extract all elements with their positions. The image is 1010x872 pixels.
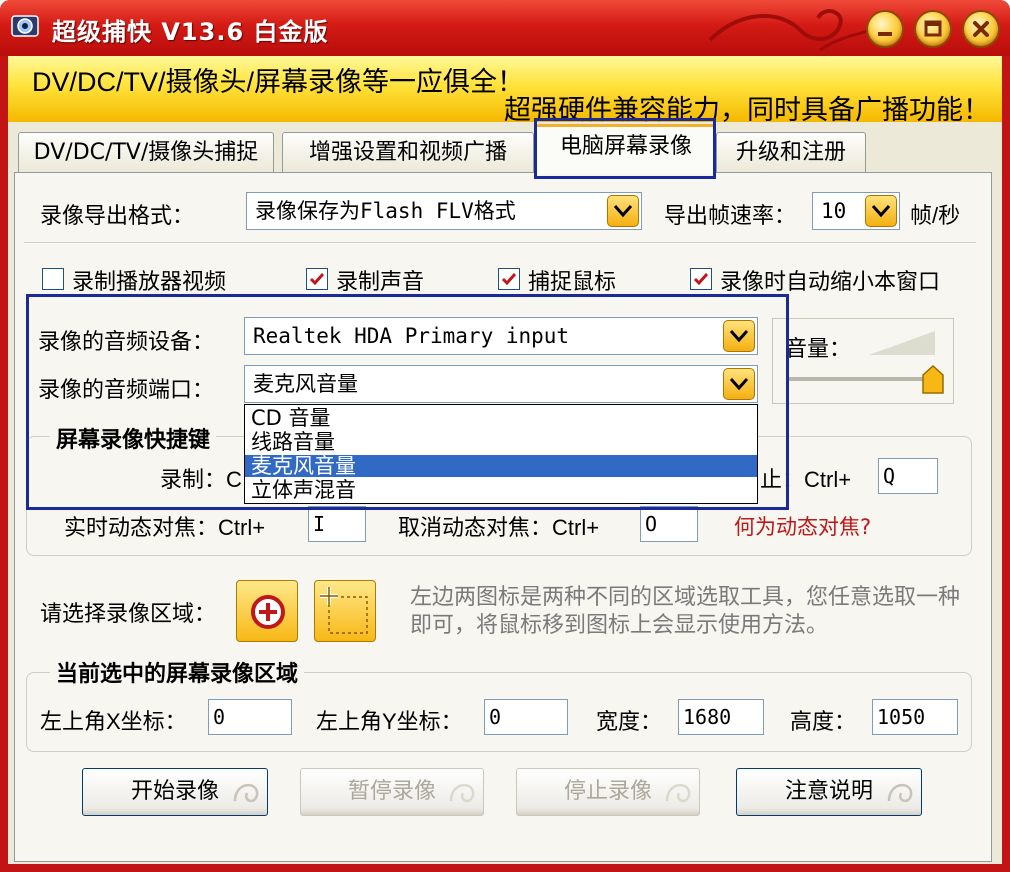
promo-banner: DV/DC/TV/摄像头/屏幕录像等一应俱全！ 超强硬件兼容能力，同时具备广播功… — [8, 56, 1002, 125]
fps-unit: 帧/秒 — [910, 203, 961, 228]
region-tool-button-2[interactable] — [314, 580, 376, 642]
volume-control: 音量： — [772, 318, 954, 404]
dropdown-option-microphone[interactable]: 麦克风音量 — [245, 455, 757, 477]
chevron-down-icon[interactable] — [607, 195, 639, 227]
notes-button[interactable]: 注意说明 — [736, 768, 922, 816]
divider — [24, 242, 976, 244]
pause-recording-button[interactable]: 暂停录像 — [300, 768, 484, 816]
swirl-icon — [887, 784, 913, 803]
stop-recording-label: 停止录像 — [563, 779, 652, 804]
height-label: 高度： — [790, 709, 857, 734]
close-button[interactable] — [962, 10, 1000, 48]
dropdown-option-line[interactable]: 线路音量 — [245, 431, 757, 453]
export-format-select[interactable]: 录像保存为Flash FLV格式 — [246, 192, 642, 230]
tab-enhanced-settings[interactable]: 增强设置和视频广播 — [282, 132, 534, 172]
height-input[interactable]: 1050 — [872, 699, 958, 735]
cancel-focus-hotkey-label: 取消动态对焦：Ctrl+ — [398, 515, 600, 540]
focus-hotkey-label: 实时动态对焦：Ctrl+ — [64, 515, 266, 540]
stop-recording-button[interactable]: 停止录像 — [516, 768, 700, 816]
tab-upgrade-register[interactable]: 升级和注册 — [716, 132, 866, 172]
crosshair-icon — [251, 595, 285, 629]
checkmark-icon — [693, 273, 709, 286]
start-recording-button[interactable]: 开始录像 — [82, 768, 268, 816]
width-label: 宽度： — [596, 709, 663, 734]
tab-dv-capture[interactable]: DV/DC/TV/摄像头捕捉 — [18, 132, 274, 172]
x-coordinate-input[interactable]: 0 — [208, 699, 292, 735]
restore-icon — [924, 20, 942, 37]
minimize-button[interactable] — [866, 10, 904, 48]
swirl-icon — [665, 784, 691, 803]
export-format-value: 录像保存为Flash FLV格式 — [255, 199, 516, 223]
notes-label: 注意说明 — [784, 779, 873, 804]
window-title: 超级捕快 V13.6 白金版 — [52, 18, 329, 46]
tab-strip: DV/DC/TV/摄像头捕捉 增强设置和视频广播 电脑屏幕录像 升级和注册 — [8, 122, 1002, 174]
checkmark-icon — [309, 273, 325, 286]
app-window: 超级捕快 V13.6 白金版 DV/DC/TV/摄像头/屏幕录像等一应俱全！ 超… — [0, 0, 1010, 872]
volume-track — [787, 377, 937, 381]
title-bar[interactable]: 超级捕快 V13.6 白金版 — [0, 0, 1010, 56]
dropdown-option-stereo-mix[interactable]: 立体声混音 — [245, 479, 757, 501]
swirl-icon — [449, 784, 475, 803]
focus-hotkey-input[interactable]: I — [308, 506, 366, 542]
width-input[interactable]: 1680 — [678, 699, 764, 735]
close-icon — [973, 21, 989, 37]
swirl-icon — [233, 784, 259, 803]
volume-label: 音量： — [785, 336, 852, 361]
capture-mouse-label: 捕捉鼠标 — [528, 269, 617, 294]
capture-mouse-checkbox[interactable] — [498, 268, 520, 290]
y-coordinate-label: 左上角Y坐标： — [316, 709, 463, 734]
record-player-video-checkbox[interactable] — [42, 268, 64, 290]
region-select-label: 请选择录像区域： — [40, 601, 217, 626]
chevron-down-icon[interactable] — [865, 195, 897, 227]
checkmark-icon — [501, 273, 517, 286]
fps-select[interactable]: 10 — [812, 192, 900, 230]
pause-recording-label: 暂停录像 — [347, 779, 436, 804]
select-area-icon — [320, 587, 368, 634]
region-tool-button-1[interactable] — [236, 580, 298, 642]
start-recording-label: 开始录像 — [130, 779, 219, 804]
region-hint-text: 左边两图标是两种不同的区域选取工具，您任意选取一种即可，将鼠标移到图标上会显示使… — [410, 585, 961, 638]
export-format-label: 录像导出格式： — [40, 203, 195, 228]
cancel-focus-hotkey-input[interactable]: O — [640, 506, 698, 542]
volume-slider-thumb[interactable] — [921, 365, 945, 395]
camera-icon — [11, 15, 39, 37]
minimize-icon — [878, 32, 892, 36]
tab-highlight-frame — [534, 118, 716, 179]
banner-line-1: DV/DC/TV/摄像头/屏幕录像等一应俱全！ — [32, 67, 525, 97]
auto-minimize-label: 录像时自动缩小本窗口 — [720, 269, 941, 294]
volume-level-icon — [869, 331, 935, 355]
record-audio-checkbox[interactable] — [306, 268, 328, 290]
fps-value: 10 — [821, 199, 847, 223]
record-audio-label: 录制声音 — [336, 269, 425, 294]
fps-label: 导出帧速率： — [664, 203, 797, 228]
dynamic-focus-help-link[interactable]: 何为动态对焦? — [734, 511, 871, 541]
dropdown-option-cd[interactable]: CD 音量 — [245, 407, 757, 429]
record-player-video-label: 录制播放器视频 — [72, 269, 227, 294]
audio-port-dropdown[interactable]: CD 音量 线路音量 麦克风音量 立体声混音 — [244, 404, 758, 504]
x-coordinate-label: 左上角X坐标： — [40, 709, 187, 734]
current-region-title: 当前选中的屏幕录像区域 — [50, 656, 305, 688]
auto-minimize-checkbox[interactable] — [690, 268, 712, 290]
restore-button[interactable] — [914, 10, 952, 48]
y-coordinate-input[interactable]: 0 — [484, 699, 568, 735]
stop-hotkey-input[interactable]: Q — [878, 458, 938, 494]
